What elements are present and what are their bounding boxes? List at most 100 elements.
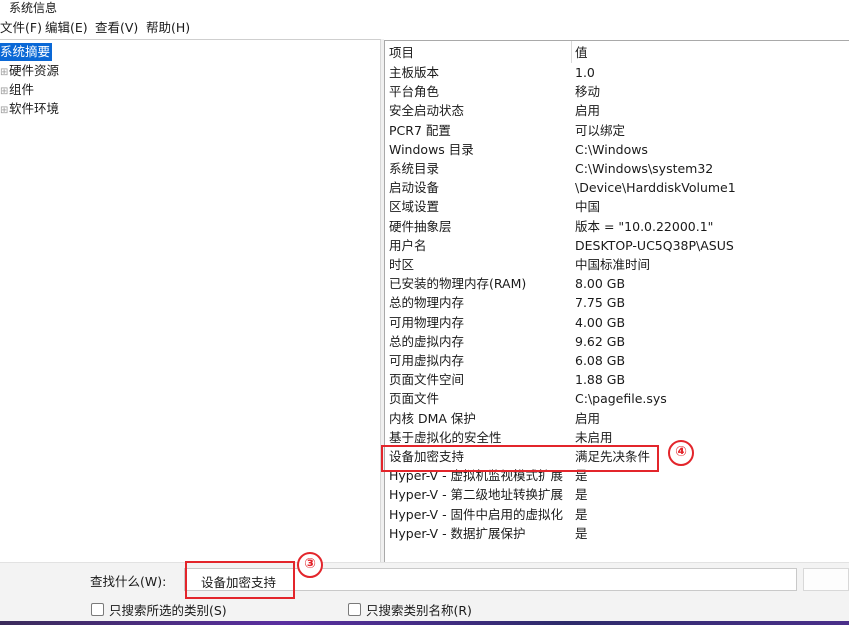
row-item: 总的虚拟内存	[389, 333, 465, 349]
table-row[interactable]: Windows 目录 C:\Windows	[385, 140, 849, 159]
row-value: C:\Windows\system32	[575, 161, 714, 176]
menu-edit[interactable]: 编辑(E)	[45, 19, 88, 36]
annotation-number-4: ④	[668, 440, 694, 466]
row-item: PCR7 配置	[389, 122, 451, 138]
table-row[interactable]: Hyper-V - 固件中启用的虚拟化是	[385, 505, 849, 524]
row-value: 1.88 GB	[575, 372, 626, 388]
table-row[interactable]: 已安装的物理内存(RAM) 8.00 GB	[385, 274, 849, 293]
row-item: 系统目录	[389, 161, 440, 176]
expand-icon[interactable]: ⊞	[0, 102, 8, 120]
row-value: C:\Windows	[575, 141, 648, 157]
row-item: 可用物理内存	[389, 314, 465, 330]
table-row[interactable]: 系统目录 C:\Windows\system32	[385, 159, 849, 178]
expand-icon[interactable]: ⊞	[0, 83, 8, 101]
option-search-selected-category[interactable]: 只搜索所选的类别(S)	[91, 600, 227, 619]
row-value: 8.00 GB	[575, 276, 626, 292]
table-row[interactable]: 可用物理内存 4.00 GB	[385, 313, 849, 332]
table-row[interactable]: 基于虚拟化的安全性 未启用	[385, 428, 849, 447]
row-value: 4.00 GB	[575, 314, 626, 330]
table-row[interactable]: 用户名 DESKTOP-UC5Q38P\ASUS	[385, 236, 849, 255]
row-item: 平台角色	[389, 84, 440, 100]
tree-item-software-environment[interactable]: ⊞软件环境	[0, 100, 59, 118]
menu-file[interactable]: 文件(F)	[0, 19, 42, 36]
find-label: 查找什么(W):	[90, 574, 167, 589]
table-row[interactable]: 硬件抽象层 版本 = "10.0.22000.1"	[385, 217, 849, 236]
table-row[interactable]: 安全启动状态 启用	[385, 101, 849, 120]
row-value: 中国标准时间	[575, 257, 651, 272]
table-row[interactable]: Hyper-V - 第二级地址转换扩展是	[385, 485, 849, 504]
tree-item-label: 系统摘要	[0, 44, 51, 59]
table-row[interactable]: 内核 DMA 保护 启用	[385, 409, 849, 428]
table-row[interactable]: 区域设置 中国	[385, 197, 849, 216]
row-item: 区域设置	[389, 199, 440, 215]
row-value: 6.08 GB	[575, 353, 626, 368]
row-item: 内核 DMA 保护	[389, 410, 476, 426]
table-row[interactable]: 启动设备 \Device\HarddiskVolume1	[385, 178, 849, 197]
table-row[interactable]: 平台角色 移动	[385, 82, 849, 101]
row-item: 页面文件空间	[389, 372, 465, 388]
table-row[interactable]: Hyper-V - 数据扩展保护 是	[385, 524, 849, 543]
checkbox[interactable]	[91, 603, 104, 616]
row-item: 启动设备	[389, 180, 440, 196]
title-bar: 系统信息	[0, 0, 849, 17]
tree-item-label: 组件	[9, 82, 35, 97]
row-value: 移动	[575, 84, 601, 100]
row-value: \Device\HarddiskVolume1	[575, 180, 736, 196]
row-value: 7.75 GB	[575, 295, 626, 311]
row-value: 是	[575, 525, 588, 541]
option-label: 只搜索类别名称(R)	[366, 603, 472, 618]
category-tree[interactable]: 系统摘要 ⊞硬件资源 ⊞组件 ⊞软件环境	[0, 39, 381, 563]
row-item: 总的物理内存	[389, 295, 465, 311]
row-value: 是	[575, 487, 588, 503]
row-item: 时区	[389, 257, 415, 272]
option-label: 只搜索所选的类别(S)	[109, 603, 227, 618]
row-item: 页面文件	[389, 391, 440, 407]
row-item: 用户名	[389, 237, 427, 253]
table-row[interactable]: PCR7 配置 可以绑定	[385, 121, 849, 140]
row-item: 基于虚拟化的安全性	[389, 429, 502, 445]
row-value: 启用	[575, 410, 601, 426]
table-row[interactable]: 主板版本 1.0	[385, 63, 849, 82]
column-header-value[interactable]: 值	[575, 43, 588, 62]
table-row[interactable]: 页面文件 C:\pagefile.sys	[385, 389, 849, 408]
column-header-item[interactable]: 项目	[389, 43, 414, 62]
table-row[interactable]: 总的物理内存 7.75 GB	[385, 293, 849, 312]
annotation-number-3: ③	[297, 552, 323, 578]
window-title: 系统信息	[9, 1, 58, 15]
row-value: 未启用	[575, 429, 613, 445]
tree-item-label: 硬件资源	[9, 63, 60, 78]
tree-item-label: 软件环境	[9, 101, 60, 116]
expand-icon[interactable]: ⊞	[0, 64, 8, 82]
tree-item-components[interactable]: ⊞组件	[0, 81, 34, 99]
tree-item-system-summary[interactable]: 系统摘要	[0, 43, 53, 61]
tree-item-hardware-resources[interactable]: ⊞硬件资源	[0, 62, 59, 80]
column-separator[interactable]	[571, 41, 572, 63]
menu-help[interactable]: 帮助(H)	[146, 19, 190, 36]
highlight-box-device-encryption	[381, 445, 659, 472]
table-row[interactable]: 页面文件空间 1.88 GB	[385, 370, 849, 389]
row-value: C:\pagefile.sys	[575, 391, 667, 407]
menu-bar: 文件(F) 编辑(E) 查看(V) 帮助(H)	[0, 17, 849, 38]
find-button[interactable]	[803, 568, 849, 591]
find-bar: 查找什么(W): 设备加密支持 只搜索所选的类别(S) 只搜索类别名称(R)	[0, 562, 849, 623]
row-item: 硬件抽象层	[389, 218, 452, 234]
row-item: Windows 目录	[389, 141, 474, 157]
table-row[interactable]: 时区 中国标准时间	[385, 255, 849, 274]
option-search-category-names[interactable]: 只搜索类别名称(R)	[348, 600, 472, 619]
row-value: 版本 = "10.0.22000.1"	[575, 218, 714, 234]
details-list[interactable]: 项目 值 主板版本 1.0 平台角色 移动 安全启动状态 启用 PCR7 配置 可以绑定 Win…	[384, 40, 849, 562]
checkbox[interactable]	[348, 603, 361, 616]
list-header: 项目 值	[385, 41, 849, 63]
row-value: 启用	[575, 103, 601, 119]
table-row[interactable]: 总的虚拟内存 9.62 GB	[385, 332, 849, 351]
row-value: DESKTOP-UC5Q38P\ASUS	[575, 237, 734, 253]
row-value: 1.0	[575, 65, 595, 80]
menu-view[interactable]: 查看(V)	[95, 19, 138, 36]
table-row[interactable]: 可用虚拟内存 6.08 GB	[385, 351, 849, 370]
row-value: 9.62 GB	[575, 333, 626, 349]
desktop-edge	[0, 621, 849, 625]
row-item: 可用虚拟内存	[389, 353, 465, 368]
row-value: 可以绑定	[575, 122, 626, 138]
row-item: Hyper-V - 第二级地址转换扩展	[389, 487, 564, 503]
row-value: 中国	[575, 199, 601, 215]
